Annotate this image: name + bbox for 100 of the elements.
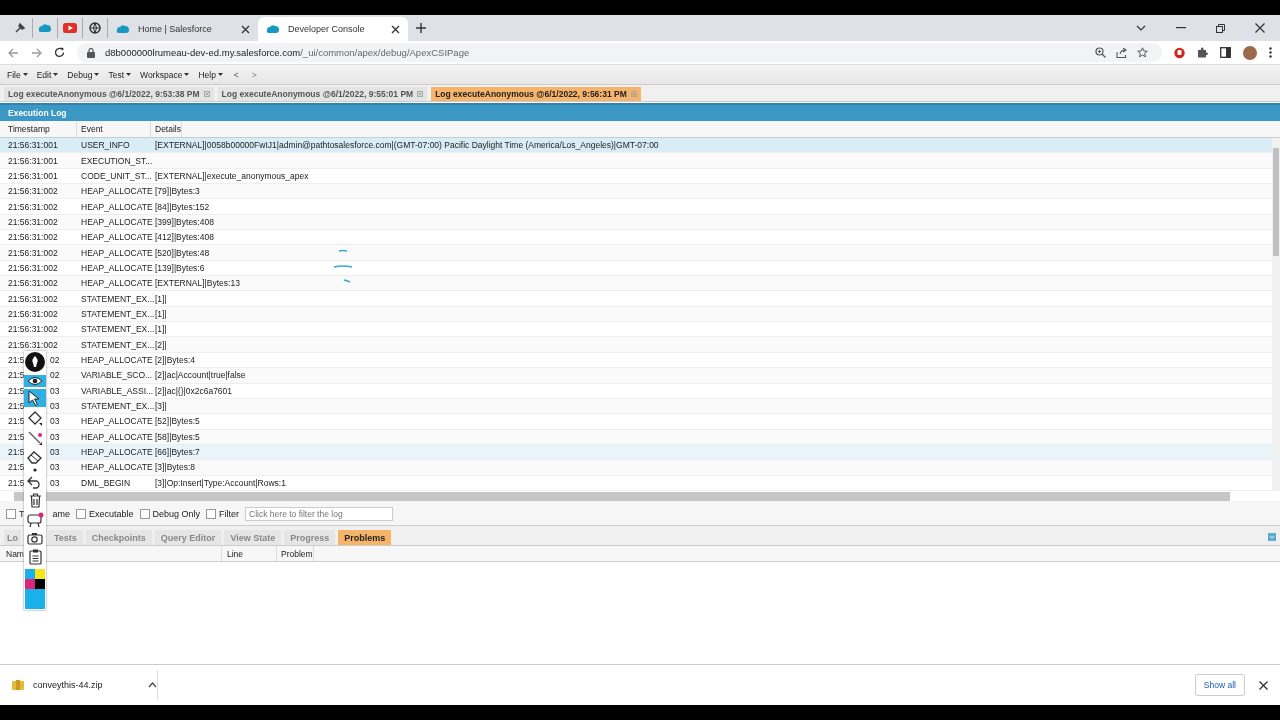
table-cell: 03 xyxy=(50,416,60,427)
table-cell-text: [412]|Bytes:408 xyxy=(154,232,214,243)
reload-icon[interactable] xyxy=(54,47,65,58)
log-row[interactable]: 21:56:31:002 HEAP_ALLOCATE [84]|Bytes:152 xyxy=(0,199,1272,215)
zip-file-icon xyxy=(12,680,24,690)
caret-icon xyxy=(22,73,28,76)
line-icon[interactable] xyxy=(27,430,43,446)
panel-tab[interactable]: Problems xyxy=(338,530,392,545)
table-cell-text: HEAP_ALLOCATE xyxy=(80,201,151,212)
close-icon[interactable] xyxy=(1259,680,1268,690)
log-row[interactable]: 21:56:31:002 HEAP_ALLOCATE [520]|Bytes:48 xyxy=(0,245,1272,261)
restore-icon[interactable] xyxy=(1216,23,1225,33)
browser-tab[interactable]: Home | Salesforce xyxy=(108,17,258,41)
close-icon[interactable] xyxy=(1255,23,1265,33)
browser-tab[interactable]: Developer Console xyxy=(258,17,408,41)
table-cell-text: 21:56:31:001 xyxy=(7,140,59,151)
expand-icon[interactable] xyxy=(1268,532,1276,541)
scrollbar[interactable] xyxy=(1272,138,1280,491)
minimize-icon[interactable] xyxy=(1176,27,1186,29)
table-cell-text: 21:56:31:002 xyxy=(7,247,59,258)
tool-icon xyxy=(14,22,26,34)
chevron-up-icon[interactable] xyxy=(148,682,157,688)
address-field[interactable]: d8b000000lrumeau-dev-ed.my.salesforce.com/_ui/common/apex/debug/ApexCSIPage xyxy=(77,43,1162,62)
table-cell: 02 xyxy=(50,370,60,381)
log-tab[interactable]: Log executeAnonymous @6/1/2022, 9:55:01 PM xyxy=(217,87,428,101)
menu-item[interactable]: Help xyxy=(198,69,223,80)
log-tab[interactable]: Log executeAnonymous @6/1/2022, 9:56:31 PM xyxy=(431,87,641,101)
back-icon[interactable] xyxy=(8,47,19,58)
cloud-icon xyxy=(116,24,130,34)
share-icon[interactable] xyxy=(1116,47,1127,58)
download-item[interactable]: conveythis-44.zip xyxy=(12,670,158,700)
column-header[interactable]: Details xyxy=(151,121,182,137)
filter-checkbox[interactable]: Filter xyxy=(206,509,240,519)
shield-icon[interactable] xyxy=(1174,46,1185,59)
table-cell-text: 21:56:31:001 xyxy=(7,155,59,166)
forward-icon[interactable] xyxy=(31,47,42,58)
undo-icon[interactable] xyxy=(27,476,43,489)
trash-icon[interactable] xyxy=(28,493,42,508)
menu-icon[interactable] xyxy=(1269,47,1272,58)
log-row[interactable]: 21:5 02 VARIABLE_SCO... [2]|ac|Account|true|false xyxy=(0,368,1272,384)
filter-checkbox[interactable]: Debug Only xyxy=(139,509,201,519)
table-cell: 21:5 xyxy=(8,477,26,488)
table-cell-text: 21:56:31:002 xyxy=(7,186,59,197)
close-icon[interactable] xyxy=(241,24,250,34)
log-row[interactable]: 21:56:31:002 HEAP_ALLOCATE [79]|Bytes:3 xyxy=(0,184,1272,200)
caret-icon xyxy=(126,73,131,76)
menu-item[interactable]: File xyxy=(7,69,28,80)
scrollbar[interactable] xyxy=(14,492,1230,501)
eye-icon[interactable] xyxy=(27,376,43,386)
pointer-icon[interactable] xyxy=(28,390,42,406)
table-cell-text: HEAP_ALLOCATE xyxy=(80,216,151,227)
show-all-button[interactable]: Show all xyxy=(1194,674,1245,696)
log-row[interactable]: 21:56:31:002 STATEMENT_EX...[2]| xyxy=(0,337,1272,353)
side-panel-icon[interactable] xyxy=(1220,47,1231,58)
dot-icon[interactable] xyxy=(33,468,37,472)
log-row[interactable]: 21:56:31:001 EXECUTION_ST... xyxy=(0,153,1272,169)
log-row[interactable]: 21:56:31:002 HEAP_ALLOCATE [EXTERNAL]|Bytes:13 xyxy=(0,276,1272,292)
panel-title: Execution Log xyxy=(0,103,1280,121)
table-cell: 21:5 xyxy=(8,401,26,411)
whiteboard-icon[interactable] xyxy=(26,512,44,528)
zoom-icon[interactable] xyxy=(1095,47,1106,58)
log-row[interactable]: 21:56:31:001 USER_INFO [EXTERNAL]|0058b00000FwIJ1|admin@pathtosalesforce.com|(GMT-07:00) Pacific Daylight Time (America/Los_Angeles)|GMT-07:00 xyxy=(0,138,1272,154)
close-icon[interactable] xyxy=(391,24,400,34)
highlighter-icon[interactable] xyxy=(27,410,43,426)
log-tab[interactable]: Log executeAnonymous @6/1/2022, 9:53:38 PM xyxy=(4,87,214,101)
chevron-down-icon[interactable] xyxy=(1136,25,1146,31)
camera-icon[interactable] xyxy=(27,532,43,545)
table-cell-text: HEAP_ALLOCATE xyxy=(80,462,151,473)
menu-item[interactable]: Edit xyxy=(36,69,59,80)
column-header[interactable]: Line xyxy=(222,546,277,561)
table-cell: 21:5 xyxy=(8,447,26,458)
column-header[interactable]: Problem xyxy=(277,546,314,561)
table-cell-text: HEAP_ALLOCATE xyxy=(80,186,151,197)
table-cell-text: 21:56:31:002 xyxy=(7,201,59,212)
pen-icon[interactable] xyxy=(25,352,45,372)
caret-icon xyxy=(217,73,223,76)
menu-item[interactable]: Test xyxy=(108,69,131,80)
menu-item[interactable]: Debug xyxy=(67,69,100,80)
clipboard-icon[interactable] xyxy=(28,549,42,565)
table-cell-text: HEAP_ALLOCATE xyxy=(80,416,151,427)
eraser-icon[interactable] xyxy=(27,450,43,464)
nav-button[interactable]: < xyxy=(231,69,241,80)
filter-checkbox[interactable]: T ame xyxy=(6,509,70,519)
table-cell: 21:5 xyxy=(8,462,26,473)
column-header[interactable]: Timestamp xyxy=(0,121,77,137)
table-cell: 21:5 xyxy=(8,355,26,365)
avatar-icon[interactable] xyxy=(1243,45,1257,60)
filter-field[interactable]: Click here to filter the log xyxy=(245,507,394,521)
new-tab-icon[interactable] xyxy=(416,23,426,33)
table-cell: 03 xyxy=(50,447,60,458)
filter-checkbox[interactable]: Executable xyxy=(76,509,134,519)
log-row[interactable]: 21:56:31:002 STATEMENT_EX...[1]| xyxy=(0,291,1272,307)
menu-item[interactable]: Workspace xyxy=(140,69,190,80)
table-cell-text: [EXTERNAL]|execute_anonymous_apex xyxy=(154,170,309,181)
table-cell: 21:5 xyxy=(8,370,26,381)
log-row[interactable]: 21:5 03 HEAP_ALLOCATE [3]|Bytes:8 xyxy=(0,460,1272,476)
column-header[interactable]: Event xyxy=(77,121,151,137)
puzzle-icon[interactable] xyxy=(1197,47,1208,58)
color-palette-icon[interactable] xyxy=(25,569,45,609)
star-icon[interactable] xyxy=(1137,47,1148,58)
